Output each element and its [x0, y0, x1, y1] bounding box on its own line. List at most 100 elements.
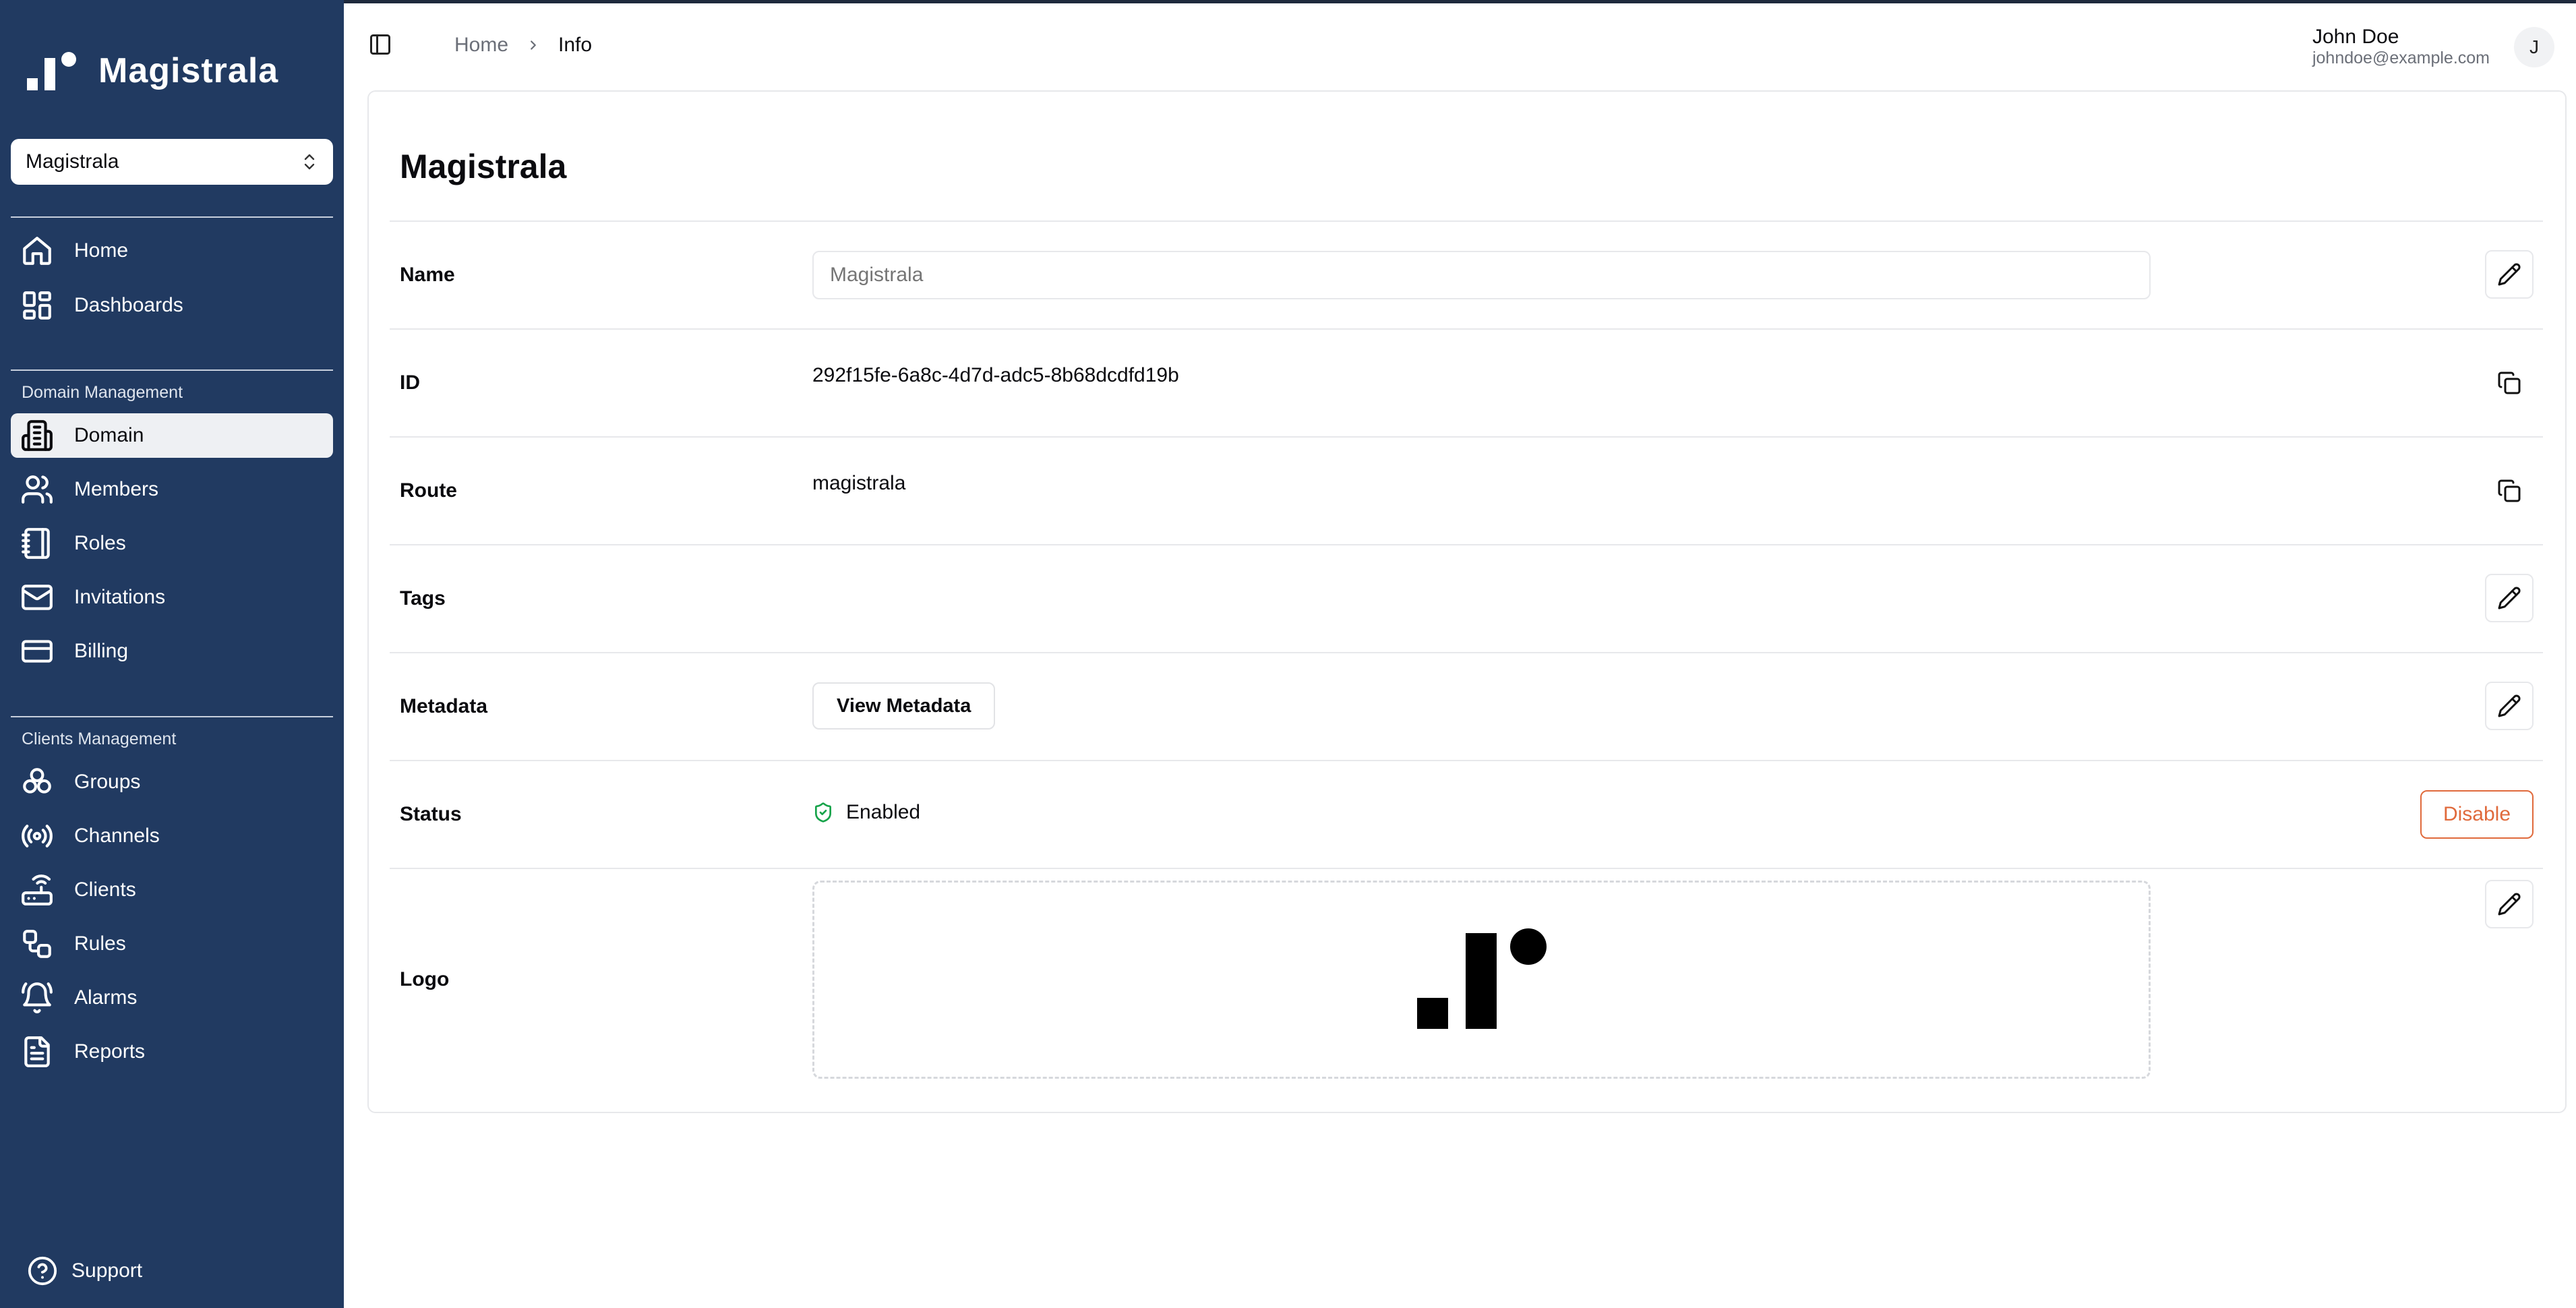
sidebar-item-home[interactable]: Home — [11, 229, 333, 273]
sidebar-item-channels[interactable]: Channels — [11, 814, 333, 858]
pencil-icon — [2498, 587, 2521, 610]
help-circle-icon — [28, 1256, 57, 1286]
sidebar-item-domain[interactable]: Domain — [11, 413, 333, 458]
page-title: Magistrala — [400, 148, 567, 185]
status-value: Enabled — [846, 801, 921, 823]
row-status — [390, 760, 2543, 868]
row-tags — [390, 544, 2543, 652]
top-accent-line — [0, 0, 2576, 3]
copy-icon — [2498, 371, 2521, 394]
workflow-icon — [23, 930, 51, 958]
row-metadata — [390, 652, 2543, 760]
sidebar-item-support[interactable]: Support — [27, 1255, 142, 1286]
chevron-right-icon — [531, 40, 536, 50]
user-name: John Doe — [2312, 26, 2399, 48]
sidebar-item-label: Rules — [74, 932, 126, 955]
view-metadata-button[interactable]: View Metadata — [812, 682, 996, 730]
pencil-icon — [2498, 694, 2521, 717]
domain-select[interactable]: Magistrala — [11, 139, 333, 185]
app-name: Magistrala — [98, 51, 279, 90]
brand-logo[interactable]: Magistrala — [27, 49, 278, 93]
avatar[interactable]: J — [2514, 27, 2554, 67]
name-field[interactable] — [812, 251, 2151, 299]
breadcrumb: Home Info — [454, 34, 592, 57]
panel-left-icon — [370, 34, 390, 55]
sidebar-item-groups[interactable]: Groups — [11, 760, 333, 804]
notebook-icon — [22, 528, 50, 559]
copy-icon — [2498, 479, 2521, 502]
section-title-domain-management: Domain Management — [22, 383, 183, 402]
edit-logo-button[interactable] — [2485, 880, 2534, 928]
row-id — [390, 328, 2543, 436]
building-icon — [22, 420, 53, 451]
id-value: 292f15fe-6a8c-4d7d-adc5-8b68dcdfd19b — [812, 364, 1179, 386]
row-route — [390, 436, 2543, 544]
sidebar-item-invitations[interactable]: Invitations — [11, 575, 333, 620]
sidebar-item-label: Channels — [74, 825, 160, 847]
sidebar-item-reports[interactable]: Reports — [11, 1030, 333, 1074]
pencil-icon — [2498, 263, 2521, 286]
sidebar-item-label: Clients — [74, 879, 136, 901]
sidebar-item-dashboards[interactable]: Dashboards — [11, 283, 333, 328]
disable-button[interactable]: Disable — [2420, 790, 2534, 839]
shield-check-icon — [815, 802, 831, 823]
edit-metadata-button[interactable] — [2485, 682, 2534, 730]
users-icon — [22, 475, 53, 504]
sidebar-item-roles[interactable]: Roles — [11, 521, 333, 566]
sidebar-item-label: Dashboards — [74, 294, 183, 316]
sidebar-item-label: Home — [74, 239, 129, 262]
support-label: Support — [71, 1259, 143, 1282]
copy-route-button[interactable] — [2497, 479, 2521, 503]
field-label-id: ID — [400, 371, 420, 394]
sidebar-divider — [11, 369, 333, 371]
user-info[interactable]: John Doe johndoe@example.com — [2312, 26, 2490, 68]
edit-tags-button[interactable] — [2485, 574, 2534, 622]
field-label-logo: Logo — [400, 968, 450, 990]
magistrala-logo-icon — [27, 52, 76, 90]
sidebar-item-label: Alarms — [74, 986, 138, 1009]
sidebar-item-label: Domain — [74, 424, 144, 446]
sidebar-item-label: Reports — [74, 1040, 146, 1063]
magistrala-logo-image — [1416, 928, 1547, 1029]
field-label-route: Route — [400, 479, 457, 502]
logo-preview — [812, 881, 2151, 1079]
groups-icon — [23, 768, 51, 794]
user-email: johndoe@example.com — [2312, 49, 2490, 67]
sidebar-item-rules[interactable]: Rules — [11, 922, 333, 966]
breadcrumb-home-link[interactable]: Home — [454, 34, 508, 57]
sidebar-item-clients[interactable]: Clients — [11, 868, 333, 912]
mail-icon — [22, 585, 53, 610]
sidebar: Magistrala Magistrala Home Dashboards Do… — [0, 0, 344, 1308]
sidebar-item-members[interactable]: Members — [11, 467, 333, 512]
field-label-status: Status — [400, 803, 462, 825]
route-value: magistrala — [812, 472, 906, 494]
file-text-icon — [24, 1036, 50, 1067]
breadcrumb-current: Info — [558, 34, 593, 56]
sidebar-toggle-button[interactable] — [368, 32, 392, 57]
status-badge: Enabled — [812, 801, 920, 824]
sidebar-item-label: Invitations — [74, 586, 166, 608]
field-label-name: Name — [400, 264, 455, 286]
sidebar-item-label: Billing — [74, 640, 129, 662]
radio-icon — [22, 825, 53, 848]
sidebar-item-label: Roles — [74, 532, 126, 554]
edit-name-button[interactable] — [2485, 250, 2534, 299]
dashboard-icon — [23, 291, 51, 320]
field-label-metadata: Metadata — [400, 695, 488, 717]
sidebar-item-alarms[interactable]: Alarms — [11, 976, 333, 1020]
domain-select-value: Magistrala — [26, 150, 119, 173]
sidebar-divider — [11, 716, 333, 717]
field-label-tags: Tags — [400, 587, 446, 610]
sidebar-item-billing[interactable]: Billing — [11, 629, 333, 674]
credit-card-icon — [22, 640, 53, 663]
chevrons-up-down-icon — [304, 154, 315, 170]
section-title-clients-management: Clients Management — [22, 730, 177, 748]
pencil-icon — [2498, 893, 2521, 916]
sidebar-divider — [11, 216, 333, 218]
row-logo — [390, 868, 2543, 869]
sidebar-item-label: Members — [74, 478, 159, 500]
copy-id-button[interactable] — [2497, 371, 2521, 395]
bell-icon — [22, 982, 53, 1013]
home-icon — [23, 237, 51, 265]
sidebar-item-label: Groups — [74, 771, 141, 793]
